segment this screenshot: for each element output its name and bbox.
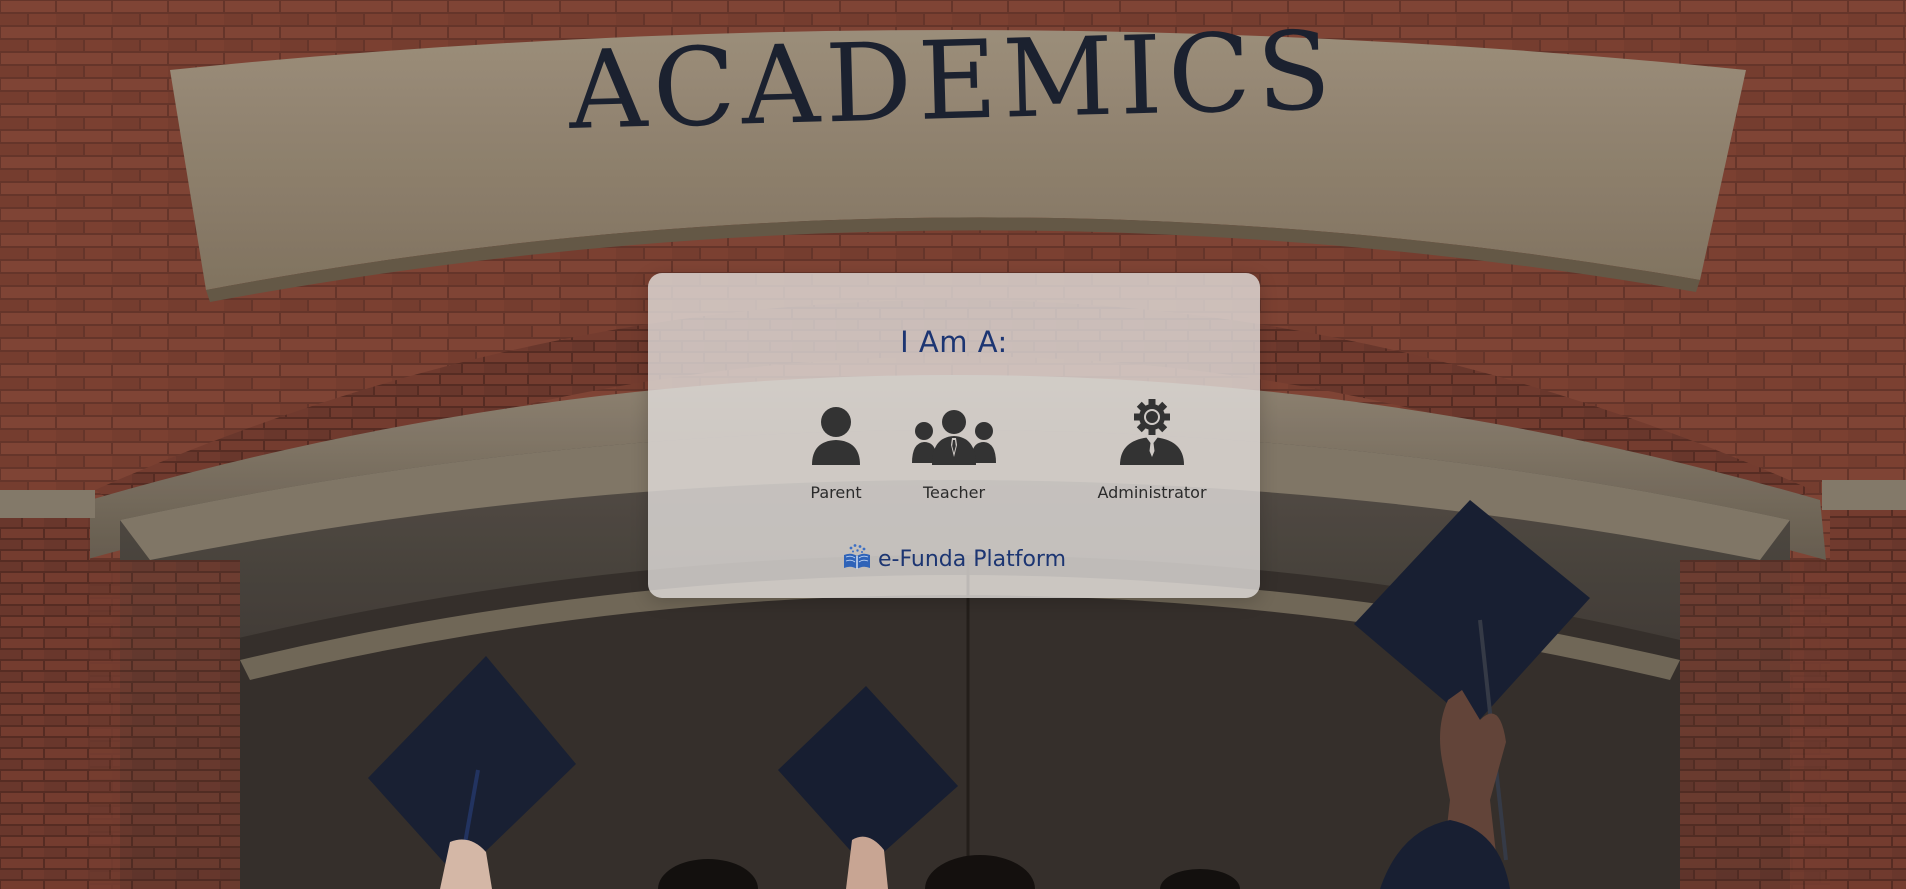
role-options: Parent Teacher Administrator: [648, 399, 1260, 509]
open-book-logo-icon: [842, 543, 872, 575]
brand-text: e-Funda Platform: [877, 546, 1067, 572]
administrator-gear-icon: [1072, 399, 1232, 465]
role-administrator-label: Administrator: [1097, 483, 1207, 502]
academics-sign-text: ACADEMICS: [566, 9, 1338, 154]
brand-link[interactable]: e-Funda Platform: [648, 543, 1260, 575]
role-teacher-option[interactable]: Teacher: [874, 399, 1034, 509]
role-chooser-card: I Am A: Parent Teacher Administrator e-F…: [648, 273, 1260, 598]
role-administrator-option[interactable]: Administrator: [1072, 399, 1232, 509]
group-icon: [874, 399, 1034, 465]
role-teacher-label: Teacher: [922, 483, 986, 502]
page: ACADEMICS I Am A: Parent Teacher Adminis…: [0, 0, 1906, 889]
card-title: I Am A:: [900, 325, 1008, 359]
